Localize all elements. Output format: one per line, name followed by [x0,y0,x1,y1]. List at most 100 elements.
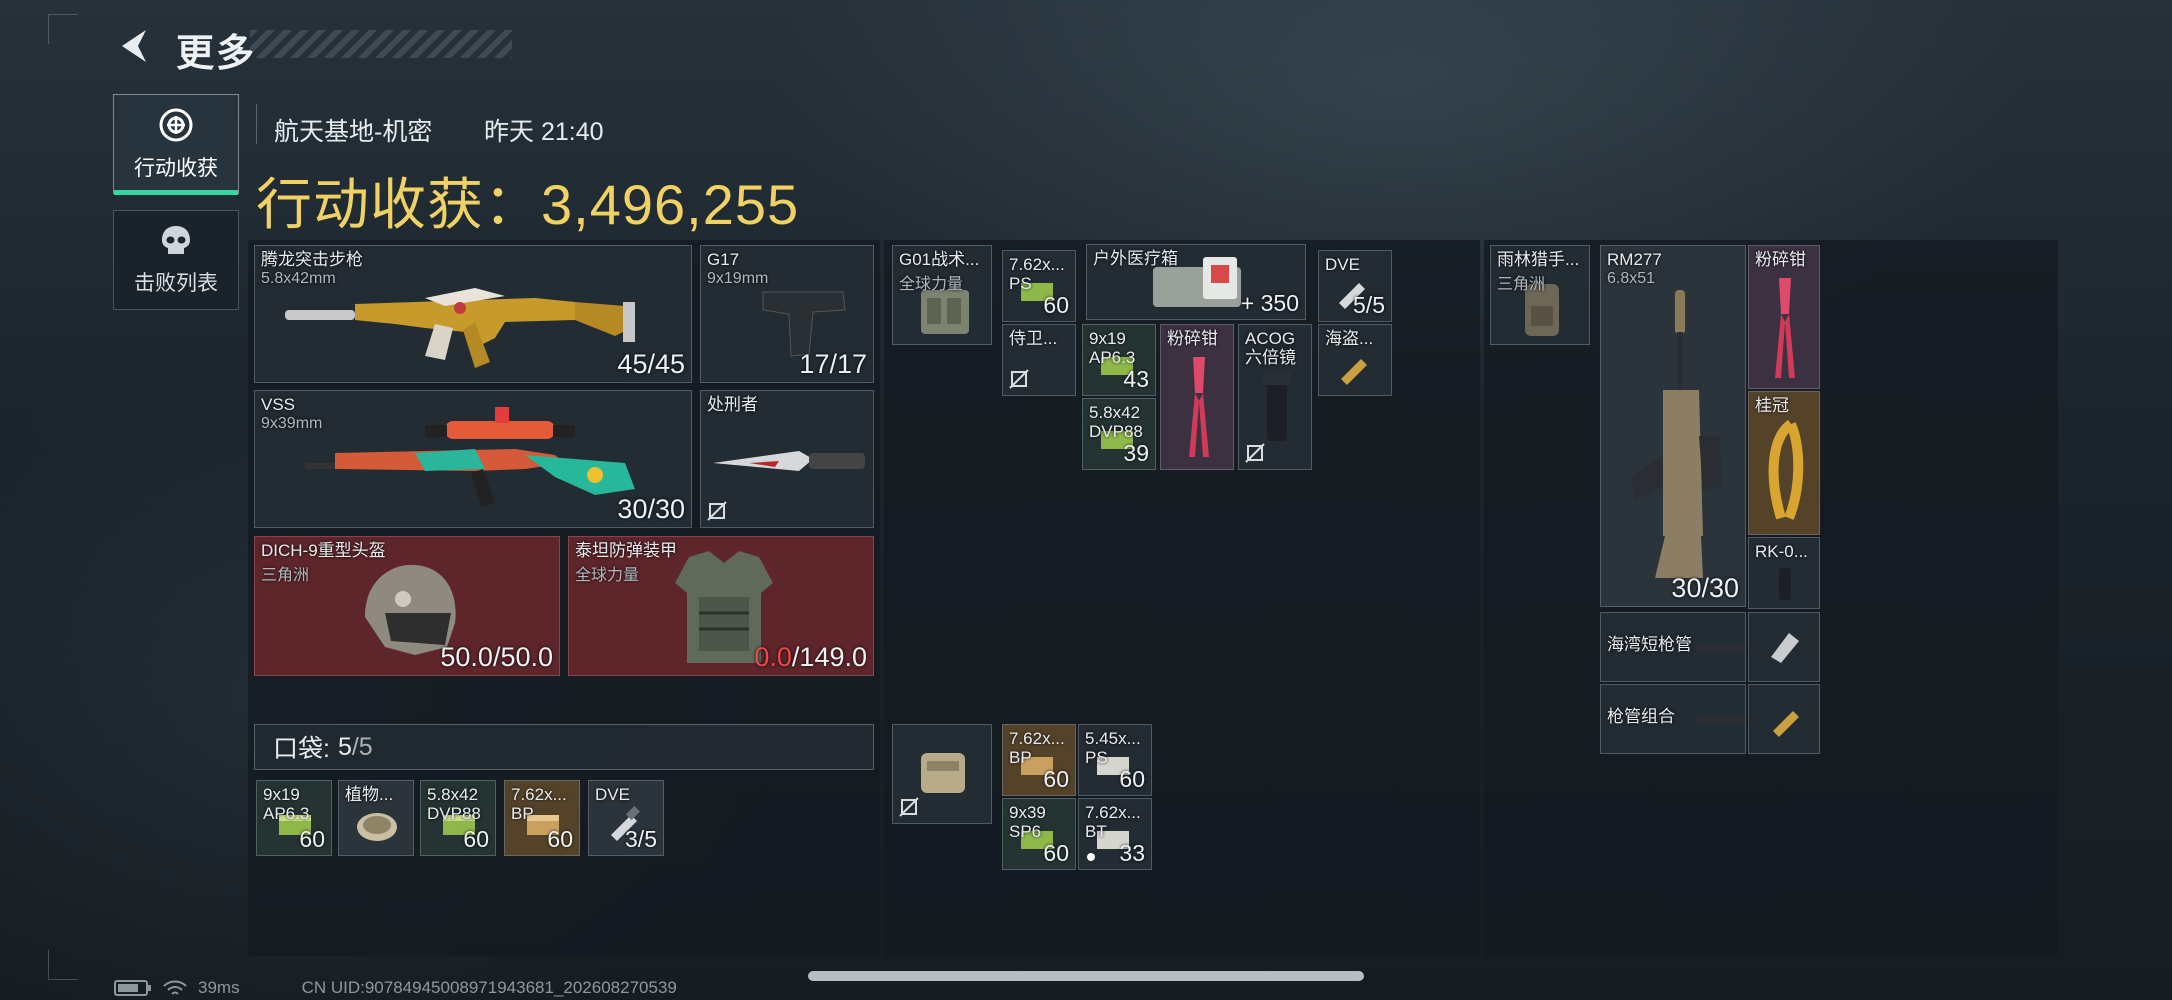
vss-weapon-slot[interactable]: VSS 9x39mm 30/30 [254,390,692,528]
pocket-item[interactable]: 5.8x42 DVP88 60 [420,780,496,856]
pocket-item[interactable]: 9x19 AP6.3 60 [256,780,332,856]
backpack-slot[interactable]: 雨林猎手... 三角洲 [1490,245,1590,345]
backpack-item[interactable] [1748,612,1820,682]
page-title: 更多 [176,33,257,75]
barrel-icon [1697,717,1745,725]
item-name: G01战术... [899,250,980,269]
battery-icon [114,980,151,996]
grip-icon [1779,568,1791,600]
melee-slot[interactable]: 处刑者 [700,390,874,528]
ammo-count: 17/17 [799,349,867,379]
item-name: 户外医疗箱 [1093,249,1178,268]
item-count: 60 [1043,840,1069,866]
rig-item[interactable]: 海盗... [1318,324,1392,396]
item-count: 60 [299,826,325,852]
item-faction: 全球力量 [575,567,640,584]
backpack-item[interactable]: 枪管组合 [1600,684,1746,754]
unmarked-tag-icon [899,797,919,817]
backpack-item[interactable]: 粉碎钳 [1748,245,1820,389]
pocket-item[interactable]: 7.62x... BP 60 [504,780,580,856]
haul-label: 行动收获： [256,173,541,236]
item-caliber: 5.8x42mm [261,270,336,287]
pocket-item[interactable]: DVE 3/5 [588,780,664,856]
item-count: 60 [1043,766,1069,792]
tab-label: 击败列表 [134,272,218,295]
rig-item[interactable]: 5.8x42 DVP88 39 [1082,398,1156,470]
item-faction: 三角洲 [261,567,310,584]
unmarked-tag-icon [1009,369,1029,389]
battle-rifle-icon [1631,290,1723,578]
rig-item[interactable]: ACOG 六倍镜 [1238,324,1312,470]
rig-item[interactable]: 9x19 AP6.3 43 [1082,324,1156,396]
backpack-rifle-slot[interactable]: RM277 6.8x51 30/30 [1600,245,1746,607]
rig-item[interactable]: 粉碎钳 [1160,324,1234,470]
item-name: 7.62x... BP [511,785,567,824]
secondary-weapon-slot[interactable]: G17 9x19mm 17/17 [700,245,874,383]
item-name: DICH-9重型头盔 [261,541,386,560]
backpack-item[interactable]: 桂冠 [1748,391,1820,535]
barrel-icon [1697,645,1745,653]
rig-item[interactable]: DVE 5/5 [1318,250,1392,322]
back-button[interactable] [112,24,156,68]
secure-pouch-slot[interactable] [892,724,992,824]
pocket-count: 5 [337,732,352,761]
item-name: 5.8x42 DVP88 [1089,403,1143,442]
item-count: 60 [1119,766,1145,792]
pouch-item[interactable]: 9x39 SP6 60 [1002,798,1076,870]
item-count: 5/5 [1353,292,1385,318]
item-name: RM277 [1607,250,1662,269]
knife-icon [713,451,865,471]
item-name: 7.62x... BP [1009,729,1065,768]
item-name: 5.8x42 DVP88 [427,785,481,824]
tab-defeat-list[interactable]: 击败列表 [113,210,239,310]
rig-item[interactable]: 户外医疗箱 + 350 [1086,244,1306,320]
item-name: 植物... [345,785,394,804]
pouch-icon [921,753,965,793]
item-name: 粉碎钳 [1167,329,1218,348]
ping-value: 39ms [198,978,240,997]
item-name: 海盗... [1325,329,1374,348]
pliers-icon [1189,357,1209,457]
marker-dot-icon [1087,853,1095,861]
item-name: DVE [1325,255,1360,274]
pouch-item[interactable]: 7.62x... BP 60 [1002,724,1076,796]
tab-action-harvest[interactable]: 行动收获 [113,94,239,195]
pouch-item[interactable]: 7.62x... BT 33 [1078,798,1152,870]
backpack-item[interactable]: RK-0... [1748,537,1820,609]
item-name: DVE [595,785,630,804]
item-name: VSS [261,395,296,414]
pocket-label: 口袋: [273,735,330,763]
map-name: 航天基地-机密 [274,118,433,146]
armor-slot[interactable]: 泰坦防弹装甲 全球力量 0.0/149.0 [568,536,874,676]
item-caliber: 9x39mm [261,415,323,432]
pouch-item[interactable]: 5.45x... PS 60 [1078,724,1152,796]
item-name: 7.62x... PS [1009,255,1065,294]
rig-item[interactable]: 侍卫... [1002,324,1076,396]
injector-icon [1341,359,1367,385]
status-bar: 39ms CN UID:90784945008971943681_2026082… [114,978,677,998]
back-arrow-icon [122,30,146,62]
injector-icon [1773,711,1799,737]
item-faction: 三角洲 [1497,276,1546,293]
pocket-header: 口袋: 5/5 [254,724,874,770]
laurel-crown-icon [1768,419,1804,520]
home-indicator[interactable] [808,971,1364,981]
durability: 50.0/50.0 [440,642,553,672]
tin-can-icon [357,813,397,841]
pliers-icon [1775,278,1795,378]
title-decoration [250,30,512,58]
rig-item[interactable]: 7.62x... PS 60 [1002,250,1076,322]
pocket-max: /5 [351,732,373,761]
item-name: 5.45x... PS [1085,729,1141,768]
backpack-item[interactable] [1748,684,1820,754]
durability-max: /149.0 [791,642,867,672]
helmet-slot[interactable]: DICH-9重型头盔 三角洲 50.0/50.0 [254,536,560,676]
item-name: 桂冠 [1755,396,1789,415]
backpack-item[interactable]: 海湾短枪管 [1600,612,1746,682]
chest-rig-slot[interactable]: G01战术... 全球力量 [892,245,992,345]
item-name: 粉碎钳 [1755,250,1806,269]
pocket-item[interactable]: 植物... [338,780,414,856]
item-name: 处刑者 [707,395,758,414]
primary-weapon-slot[interactable]: 腾龙突击步枪 5.8x42mm 45/45 [254,245,692,383]
ammo-count: 45/45 [617,349,685,379]
